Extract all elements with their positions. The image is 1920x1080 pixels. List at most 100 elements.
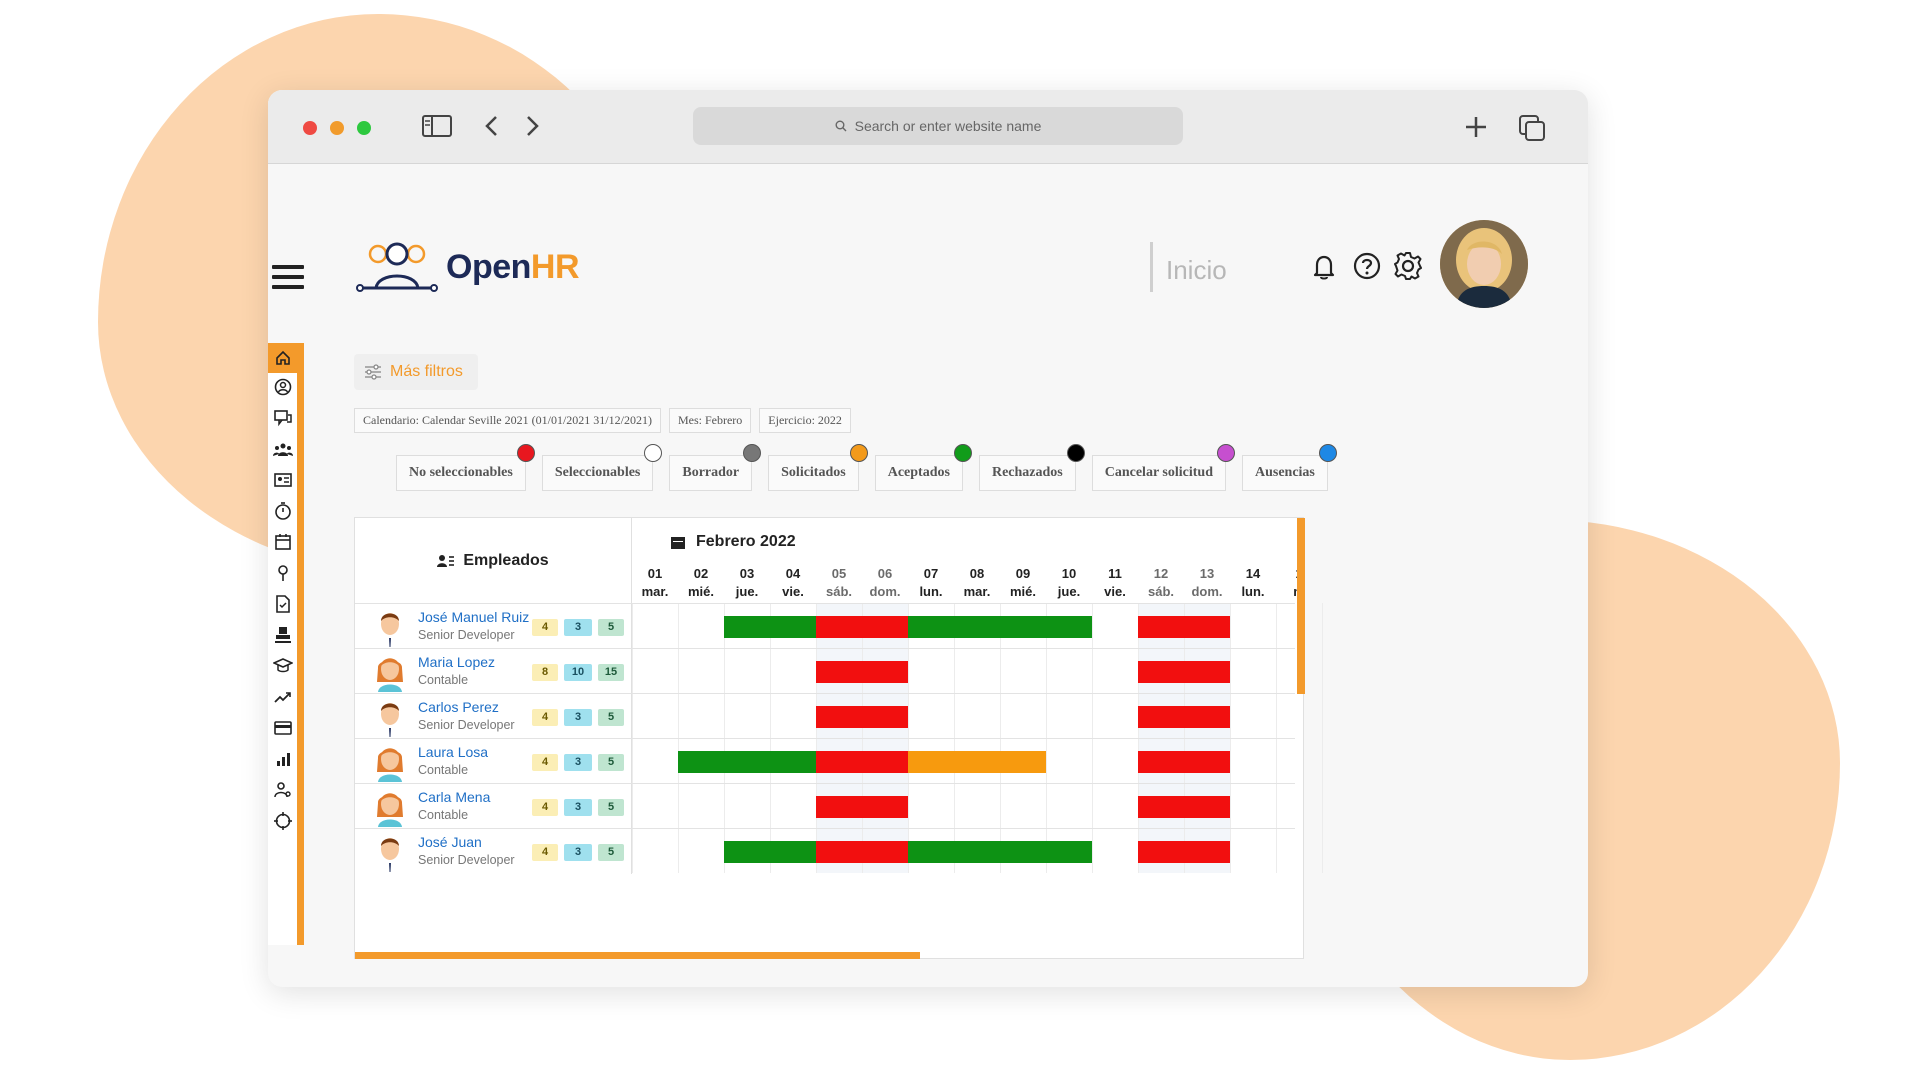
employee-name-link[interactable]: José Juan — [418, 834, 482, 850]
legend-color-dot — [516, 444, 535, 462]
employee-name-link[interactable]: Maria Lopez — [418, 654, 495, 670]
employee-cell: Maria Lopez Contable 8 10 15 — [355, 649, 632, 694]
back-icon[interactable] — [483, 114, 501, 143]
legend-item[interactable]: Ausencias — [1241, 444, 1337, 491]
absence-bar-requested[interactable] — [908, 751, 1046, 773]
address-bar[interactable]: Search or enter website name — [693, 107, 1183, 145]
filter-chip-year[interactable]: Ejercicio: 2022 — [759, 408, 851, 433]
days-badge-used: 3 — [564, 754, 592, 771]
gear-icon[interactable] — [1392, 250, 1424, 282]
absence-bar-blocked[interactable] — [1138, 616, 1230, 638]
calendar-icon[interactable] — [272, 531, 294, 553]
bar-chart-icon[interactable] — [272, 748, 294, 770]
absence-bar-blocked[interactable] — [816, 841, 908, 863]
absence-bar-blocked[interactable] — [816, 661, 908, 683]
absence-bar-accepted[interactable] — [908, 616, 1092, 638]
day-header: 09 mié. — [1000, 565, 1046, 601]
absence-bar-blocked[interactable] — [816, 796, 908, 818]
close-window-button[interactable] — [303, 121, 317, 135]
legend-item[interactable]: Rechazados — [978, 444, 1085, 491]
location-pin-icon[interactable] — [272, 562, 294, 584]
day-number: 02 — [693, 566, 709, 581]
day-weekday: dom. — [1191, 584, 1223, 599]
day-number: 06 — [877, 566, 893, 581]
timer-icon[interactable] — [272, 500, 294, 522]
month-label: Febrero 2022 — [696, 533, 796, 550]
days-badge-total: 5 — [598, 754, 624, 771]
payment-card-icon[interactable] — [272, 717, 294, 739]
absence-bar-blocked[interactable] — [816, 616, 908, 638]
more-filters-button[interactable]: Más filtros — [354, 354, 478, 390]
vertical-scrollbar[interactable] — [1297, 518, 1305, 694]
day-header: 05 sáb. — [816, 565, 862, 601]
absence-bar-blocked[interactable] — [1138, 751, 1230, 773]
team-icon[interactable] — [272, 438, 294, 460]
absence-bar-blocked[interactable] — [1138, 706, 1230, 728]
day-header: 03 jue. — [724, 565, 770, 601]
trend-icon[interactable] — [272, 686, 294, 708]
target-icon[interactable] — [272, 810, 294, 832]
home-icon[interactable] — [268, 343, 298, 373]
help-icon[interactable] — [1351, 250, 1383, 282]
sidebar-toggle-icon[interactable] — [422, 114, 452, 143]
day-header: 11 vie. — [1092, 565, 1138, 601]
day-header: 02 mié. — [678, 565, 724, 601]
user-avatar[interactable] — [1440, 220, 1528, 308]
profile-icon[interactable] — [272, 376, 294, 398]
days-badge-total: 5 — [598, 799, 624, 816]
horizontal-scrollbar[interactable] — [355, 952, 920, 959]
legend-item[interactable]: Borrador — [669, 444, 762, 491]
employee-name-link[interactable]: Laura Losa — [418, 744, 488, 760]
days-badge-total: 5 — [598, 844, 624, 861]
legend-label: Borrador — [682, 465, 740, 480]
legend-item[interactable]: Aceptados — [874, 444, 972, 491]
bell-icon[interactable] — [1308, 250, 1340, 282]
absence-bar-blocked[interactable] — [816, 751, 908, 773]
legend-label: No seleccionables — [409, 465, 513, 480]
id-card-icon[interactable] — [272, 469, 294, 491]
more-filters-label: Más filtros — [390, 363, 463, 380]
inicio-link[interactable]: Inicio — [1166, 255, 1227, 286]
day-number: 09 — [1015, 566, 1031, 581]
legend-item[interactable]: Cancelar solicitud — [1091, 444, 1235, 491]
absence-bar-accepted[interactable] — [724, 616, 816, 638]
legend-item[interactable]: Seleccionables — [541, 444, 663, 491]
filter-chip-calendar[interactable]: Calendario: Calendar Seville 2021 (01/01… — [354, 408, 661, 433]
employee-name-link[interactable]: Carlos Perez — [418, 699, 499, 715]
absence-bar-blocked[interactable] — [1138, 841, 1230, 863]
user-search-icon[interactable] — [272, 779, 294, 801]
legend-color-dot — [1318, 444, 1337, 462]
employee-name-link[interactable]: Carla Mena — [418, 789, 490, 805]
maximize-window-button[interactable] — [357, 121, 371, 135]
menu-icon[interactable] — [272, 265, 304, 295]
logo-open-text: Open — [446, 247, 531, 286]
active-filter-chips: Calendario: Calendar Seville 2021 (01/01… — [354, 408, 851, 433]
day-weekday: vie. — [1104, 584, 1126, 599]
days-badge-pending: 4 — [532, 619, 558, 636]
absence-bar-accepted[interactable] — [678, 751, 816, 773]
new-tab-icon[interactable] — [1463, 114, 1489, 145]
graduation-cap-icon[interactable] — [272, 655, 294, 677]
legend-color-dot — [953, 444, 972, 462]
logo-people-icon — [356, 242, 438, 292]
absence-bar-blocked[interactable] — [1138, 796, 1230, 818]
absence-bar-accepted[interactable] — [908, 841, 1092, 863]
filter-chip-month[interactable]: Mes: Febrero — [668, 408, 752, 433]
table-row: José Manuel Ruiz Senior Developer 4 3 5 — [355, 603, 1295, 649]
legend-item[interactable]: Solicitados — [768, 444, 868, 491]
legend-item[interactable]: No seleccionables — [396, 444, 535, 491]
messages-icon[interactable] — [272, 407, 294, 429]
stamp-icon[interactable] — [272, 624, 294, 646]
employee-role: Senior Developer — [418, 853, 515, 867]
minimize-window-button[interactable] — [330, 121, 344, 135]
openhr-logo[interactable]: OpenHR — [356, 238, 580, 296]
legend-color-dot — [1066, 444, 1085, 462]
absence-bar-blocked[interactable] — [816, 706, 908, 728]
forward-icon[interactable] — [523, 114, 541, 143]
document-check-icon[interactable] — [272, 593, 294, 615]
absence-bar-blocked[interactable] — [1138, 661, 1230, 683]
employee-cell: José Manuel Ruiz Senior Developer 4 3 5 — [355, 604, 632, 649]
absence-bar-accepted[interactable] — [724, 841, 816, 863]
employee-name-link[interactable]: José Manuel Ruiz — [418, 609, 529, 625]
tabs-overview-icon[interactable] — [1518, 114, 1546, 147]
